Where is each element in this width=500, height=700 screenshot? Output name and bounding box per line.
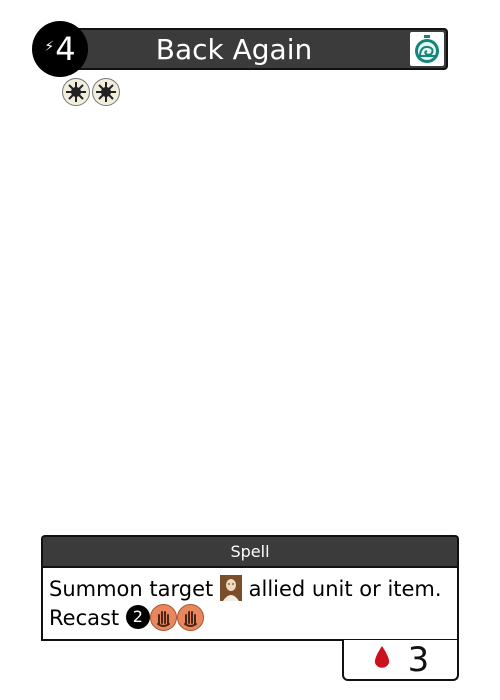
blood-drop-icon bbox=[372, 644, 392, 676]
rules-line-2: Recast 2 bbox=[49, 603, 451, 633]
hand-token-icon bbox=[176, 603, 204, 631]
card-title: Back Again bbox=[155, 32, 313, 66]
sun-trait-icon bbox=[92, 78, 120, 106]
cost-badge: ⚡︎ 4 bbox=[32, 21, 88, 77]
title-bar: Back Again bbox=[60, 28, 448, 70]
lightning-bolt-icon: ⚡︎ bbox=[44, 39, 55, 55]
numbered-cost-icon: 2 bbox=[125, 605, 150, 629]
recast-label: Recast bbox=[49, 606, 120, 630]
sun-trait-icon bbox=[62, 78, 90, 106]
cost-value: 4 bbox=[55, 30, 76, 68]
trait-icons bbox=[62, 78, 120, 106]
rules-text-box: Summon target allied unit or item. Recas… bbox=[41, 566, 459, 641]
unit-portrait-icon bbox=[219, 575, 242, 601]
card-type-bar: Spell bbox=[41, 535, 459, 566]
hand-token-icon bbox=[149, 603, 177, 631]
rules-text-segment: allied unit or item. bbox=[248, 577, 442, 601]
rules-text-segment: Summon target bbox=[49, 577, 214, 601]
blood-cost-box: 3 bbox=[342, 640, 459, 681]
blood-value: 3 bbox=[407, 639, 430, 680]
stopwatch-snail-icon bbox=[410, 32, 444, 66]
rules-line-1: Summon target allied unit or item. bbox=[49, 575, 451, 604]
